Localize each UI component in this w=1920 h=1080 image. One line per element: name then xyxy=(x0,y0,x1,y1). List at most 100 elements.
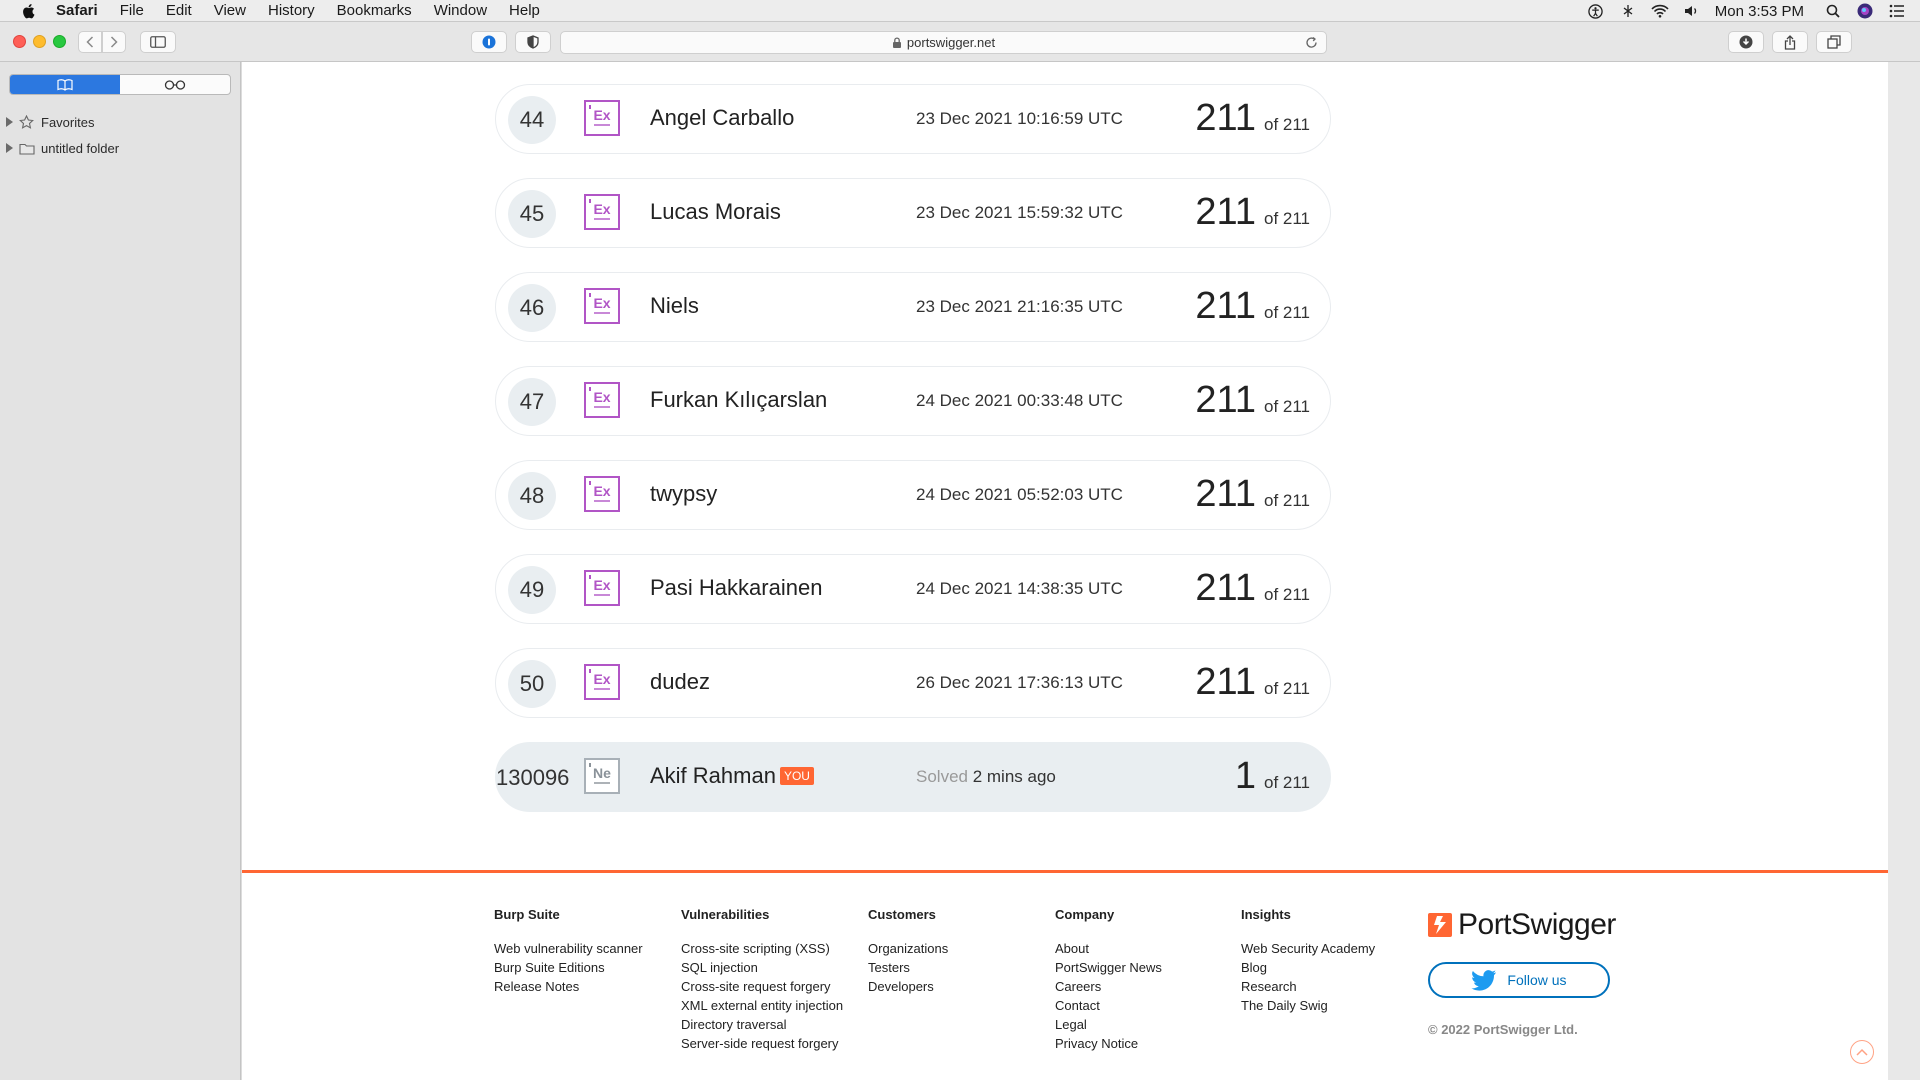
glasses-icon xyxy=(164,79,186,90)
footer-link[interactable]: SQL injection xyxy=(681,958,843,977)
score-total: of 211 xyxy=(1263,679,1310,698)
score-total: of 211 xyxy=(1263,397,1310,416)
score-value: 1 xyxy=(1234,755,1256,797)
twitter-follow-button[interactable]: Follow us xyxy=(1428,962,1610,998)
footer-link[interactable]: Developers xyxy=(868,977,948,996)
sidebar-item-favorites[interactable]: Favorites xyxy=(6,112,94,132)
score-total: of 211 xyxy=(1263,585,1310,604)
footer-heading: Insights xyxy=(1241,907,1291,922)
downloads-button[interactable] xyxy=(1728,31,1764,53)
back-button[interactable] xyxy=(78,31,102,53)
password-manager-icon xyxy=(482,35,496,49)
score-value: 211 xyxy=(1195,285,1256,327)
disclosure-triangle-icon[interactable] xyxy=(6,117,13,127)
score-value: 211 xyxy=(1195,191,1256,233)
footer-link[interactable]: Directory traversal xyxy=(681,1015,843,1034)
footer-heading: Burp Suite xyxy=(494,907,560,922)
footer-link[interactable]: Privacy Notice xyxy=(1055,1034,1162,1053)
footer-link[interactable]: Organizations xyxy=(868,939,948,958)
score-total: of 211 xyxy=(1263,209,1310,228)
spotlight-search-icon[interactable] xyxy=(1824,2,1842,20)
menu-view[interactable]: View xyxy=(214,0,246,22)
menu-safari[interactable]: Safari xyxy=(56,0,98,22)
password-extension-button[interactable] xyxy=(471,31,507,53)
menu-history[interactable]: History xyxy=(268,0,315,22)
chevron-left-icon xyxy=(86,36,94,48)
menu-help[interactable]: Help xyxy=(509,0,540,22)
disclosure-triangle-icon[interactable] xyxy=(6,143,13,153)
footer-link[interactable]: Blog xyxy=(1241,958,1375,977)
footer-link[interactable]: Release Notes xyxy=(494,977,643,996)
rank-number: 50 xyxy=(508,660,556,708)
tab-overview-button[interactable] xyxy=(1816,31,1852,53)
footer-link[interactable]: Research xyxy=(1241,977,1375,996)
footer-link[interactable]: Contact xyxy=(1055,996,1162,1015)
footer-link[interactable]: Cross-site request forgery xyxy=(681,977,843,996)
forward-button[interactable] xyxy=(102,31,126,53)
sidebar-toggle-button[interactable] xyxy=(140,31,176,53)
footer-link[interactable]: Server-side request forgery xyxy=(681,1034,843,1053)
menu-edit[interactable]: Edit xyxy=(166,0,192,22)
footer-link[interactable]: Cross-site scripting (XSS) xyxy=(681,939,843,958)
player-name[interactable]: dudez xyxy=(650,669,710,695)
minimize-window-button[interactable] xyxy=(33,35,46,48)
bookmarks-tab[interactable] xyxy=(10,75,120,94)
leaderboard-row: 44 Ex Angel Carballo 23 Dec 2021 10:16:5… xyxy=(495,84,1331,154)
share-button[interactable] xyxy=(1772,31,1808,53)
siri-icon[interactable] xyxy=(1856,2,1874,20)
footer-link[interactable]: Web vulnerability scanner xyxy=(494,939,643,958)
portswigger-logo[interactable]: PortSwigger xyxy=(1428,908,1616,942)
current-user-row: 130096 Ne Akif Rahman YOU Solved 2 mins a… xyxy=(495,742,1331,812)
apple-menu-icon[interactable] xyxy=(20,2,38,20)
scroll-to-top-button[interactable] xyxy=(1850,1040,1874,1064)
reload-icon[interactable] xyxy=(1305,36,1318,49)
completion-time: 23 Dec 2021 10:16:59 UTC xyxy=(916,109,1123,128)
footer-link[interactable]: Web Security Academy xyxy=(1241,939,1375,958)
bluetooth-like-icon[interactable] xyxy=(1619,2,1637,20)
shield-icon xyxy=(527,35,539,49)
zoom-window-button[interactable] xyxy=(53,35,66,48)
footer-link[interactable]: About xyxy=(1055,939,1162,958)
footer-link[interactable]: XML external entity injection xyxy=(681,996,843,1015)
reading-list-tab[interactable] xyxy=(120,75,230,94)
close-window-button[interactable] xyxy=(13,35,26,48)
player-name[interactable]: Lucas Morais xyxy=(650,199,781,225)
footer-link[interactable]: PortSwigger News xyxy=(1055,958,1162,977)
footer-link[interactable]: Burp Suite Editions xyxy=(494,958,643,977)
brand-name: PortSwigger xyxy=(1458,908,1616,941)
wifi-icon[interactable] xyxy=(1651,2,1669,20)
control-center-icon[interactable] xyxy=(1888,2,1906,20)
player-name[interactable]: Pasi Hakkarainen xyxy=(650,575,822,601)
player-name[interactable]: Furkan Kılıçarslan xyxy=(650,387,827,413)
sidebar-icon xyxy=(150,36,166,48)
completion-time: 23 Dec 2021 21:16:35 UTC xyxy=(916,297,1123,316)
privacy-extension-button[interactable] xyxy=(515,31,551,53)
share-icon xyxy=(1784,34,1796,50)
expert-level-badge-icon: Ex xyxy=(584,382,620,418)
footer-column-customers: Customers Organizations Testers Develope… xyxy=(868,907,948,996)
completion-time: Solved 2 mins ago xyxy=(916,767,1056,786)
footer-link[interactable]: The Daily Swig xyxy=(1241,996,1375,1015)
expert-level-badge-icon: Ex xyxy=(584,570,620,606)
sidebar-item-untitled-folder[interactable]: untitled folder xyxy=(6,138,119,158)
menu-window[interactable]: Window xyxy=(434,0,487,22)
menu-bookmarks[interactable]: Bookmarks xyxy=(337,0,412,22)
accessibility-icon[interactable] xyxy=(1587,2,1605,20)
menubar-clock[interactable]: Mon 3:53 PM xyxy=(1715,3,1804,20)
score-value: 211 xyxy=(1195,97,1256,139)
player-name[interactable]: Akif Rahman YOU xyxy=(650,763,814,789)
footer-heading: Customers xyxy=(868,907,936,922)
player-name[interactable]: twypsy xyxy=(650,481,717,507)
player-name[interactable]: Niels xyxy=(650,293,699,319)
menu-file[interactable]: File xyxy=(120,0,144,22)
novice-level-badge-icon: Ne xyxy=(584,758,620,794)
window-edge xyxy=(1888,62,1920,1080)
footer-link[interactable]: Legal xyxy=(1055,1015,1162,1034)
footer-heading: Vulnerabilities xyxy=(681,907,770,922)
tabs-icon xyxy=(1827,35,1841,49)
footer-link[interactable]: Careers xyxy=(1055,977,1162,996)
player-name[interactable]: Angel Carballo xyxy=(650,105,794,131)
address-bar[interactable]: portswigger.net xyxy=(560,31,1327,54)
volume-icon[interactable] xyxy=(1683,2,1701,20)
footer-link[interactable]: Testers xyxy=(868,958,948,977)
